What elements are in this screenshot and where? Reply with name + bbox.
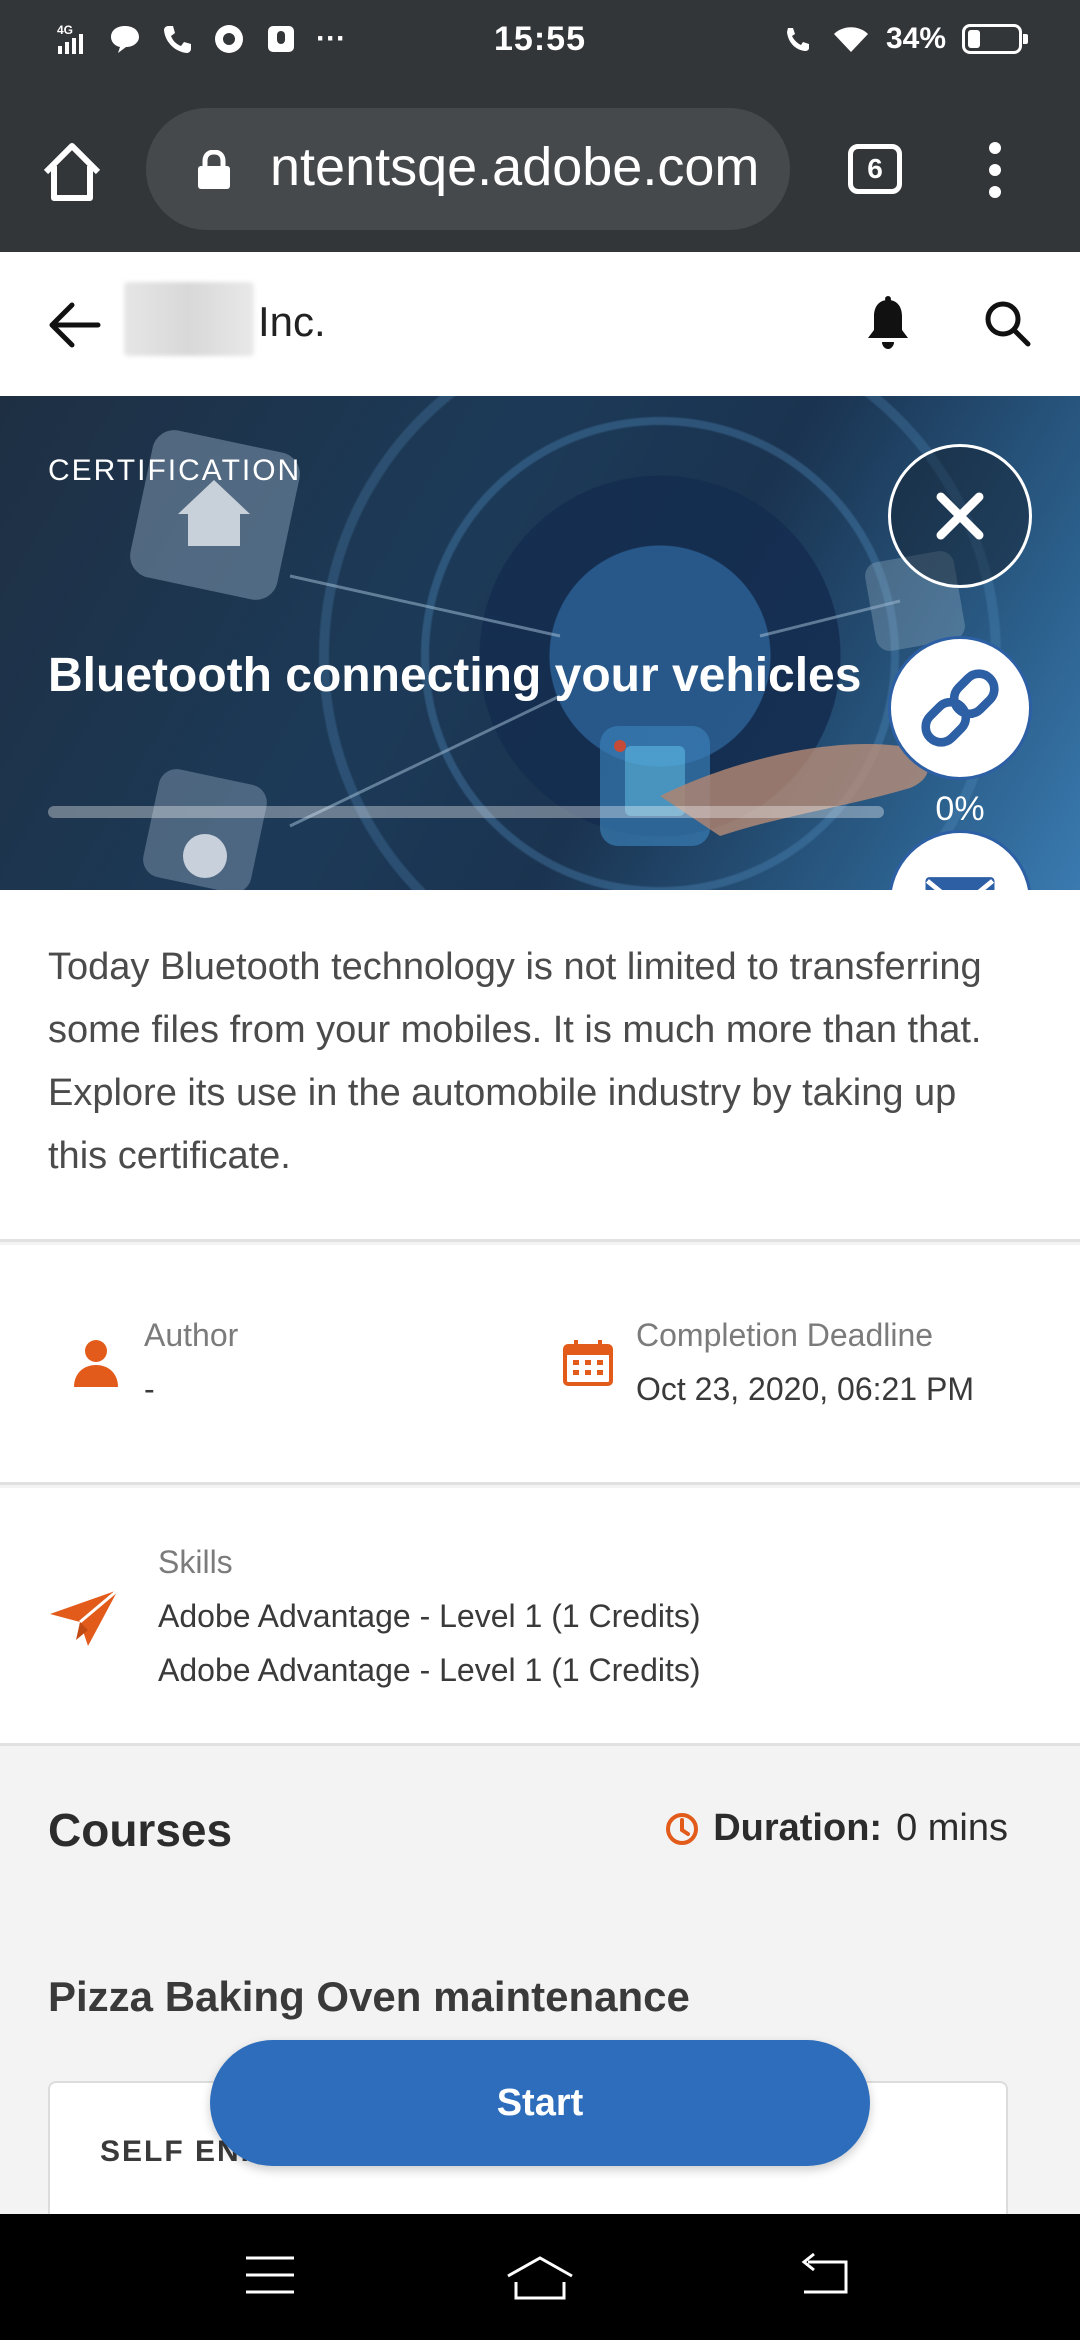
battery-icon (962, 24, 1028, 54)
browser-toolbar: ntentsqe.adobe.com 6 (0, 86, 1080, 252)
tab-switcher-button[interactable]: 6 (848, 144, 902, 194)
deadline-label: Completion Deadline (636, 1317, 934, 1353)
company-logo (124, 282, 254, 356)
description-section: Today Bluetooth technology is not limite… (0, 890, 1080, 1242)
bell-icon[interactable] (864, 294, 912, 354)
menu-icon[interactable] (244, 2252, 296, 2298)
back-nav-icon[interactable] (796, 2252, 852, 2298)
start-button[interactable]: Start (210, 2040, 870, 2166)
link-icon (921, 669, 999, 747)
battery-level (968, 30, 981, 48)
author-value: - (144, 1371, 155, 1407)
paper-plane-icon (50, 1588, 119, 1646)
url-bar[interactable]: ntentsqe.adobe.com (146, 108, 790, 230)
wifi-call-icon (786, 28, 809, 51)
duration-label: Duration: (713, 1807, 883, 1849)
calendar-icon (563, 1340, 613, 1386)
meta-section: Author - Completion Deadline Oct 23, 202… (0, 1245, 1080, 1485)
back-arrow-icon[interactable] (46, 300, 102, 350)
progress-percent: 0% (935, 790, 985, 828)
close-icon (936, 492, 984, 540)
search-icon[interactable] (982, 298, 1032, 348)
wifi-icon (833, 27, 868, 52)
lock-icon (198, 150, 230, 189)
status-bar: 4G ··· 15:55 34% (0, 0, 1080, 86)
duration-value: 0 mins (896, 1807, 1008, 1849)
url-text[interactable]: ntentsqe.adobe.com (270, 136, 770, 198)
home-icon[interactable] (36, 136, 108, 208)
skills-section: Skills Adobe Advantage - Level 1 (1 Cred… (0, 1488, 1080, 1746)
skill-item: Adobe Advantage - Level 1 (1 Credits) (158, 1598, 701, 1634)
battery-percent: 34% (885, 22, 946, 55)
content-type-tag: CERTIFICATION (48, 454, 302, 487)
deadline-value: Oct 23, 2020, 06:21 PM (636, 1371, 974, 1407)
close-button[interactable] (888, 444, 1032, 588)
courses-heading: Courses (48, 1804, 233, 1856)
duration: Duration: 0 mins (665, 1807, 1008, 1850)
author-label: Author (144, 1317, 239, 1353)
status-right-icons: 34% (782, 22, 1028, 56)
share-link-button[interactable] (888, 636, 1032, 780)
browser-menu-icon[interactable] (984, 142, 1006, 198)
app-header: Inc. (0, 252, 1080, 396)
course-description: Today Bluetooth technology is not limite… (48, 946, 982, 1177)
company-name: Inc. (258, 298, 326, 345)
course-name[interactable]: Pizza Baking Oven maintenance (48, 1973, 690, 2021)
skill-item: Adobe Advantage - Level 1 (1 Credits) (158, 1652, 701, 1688)
system-nav-bar (0, 2214, 1080, 2340)
person-icon (74, 1340, 118, 1387)
home-nav-icon[interactable] (504, 2252, 576, 2304)
course-title: Bluetooth connecting your vehicles (48, 649, 862, 702)
progress-bar (48, 806, 884, 818)
clock-icon (666, 1812, 699, 1845)
skills-label: Skills (158, 1544, 233, 1580)
